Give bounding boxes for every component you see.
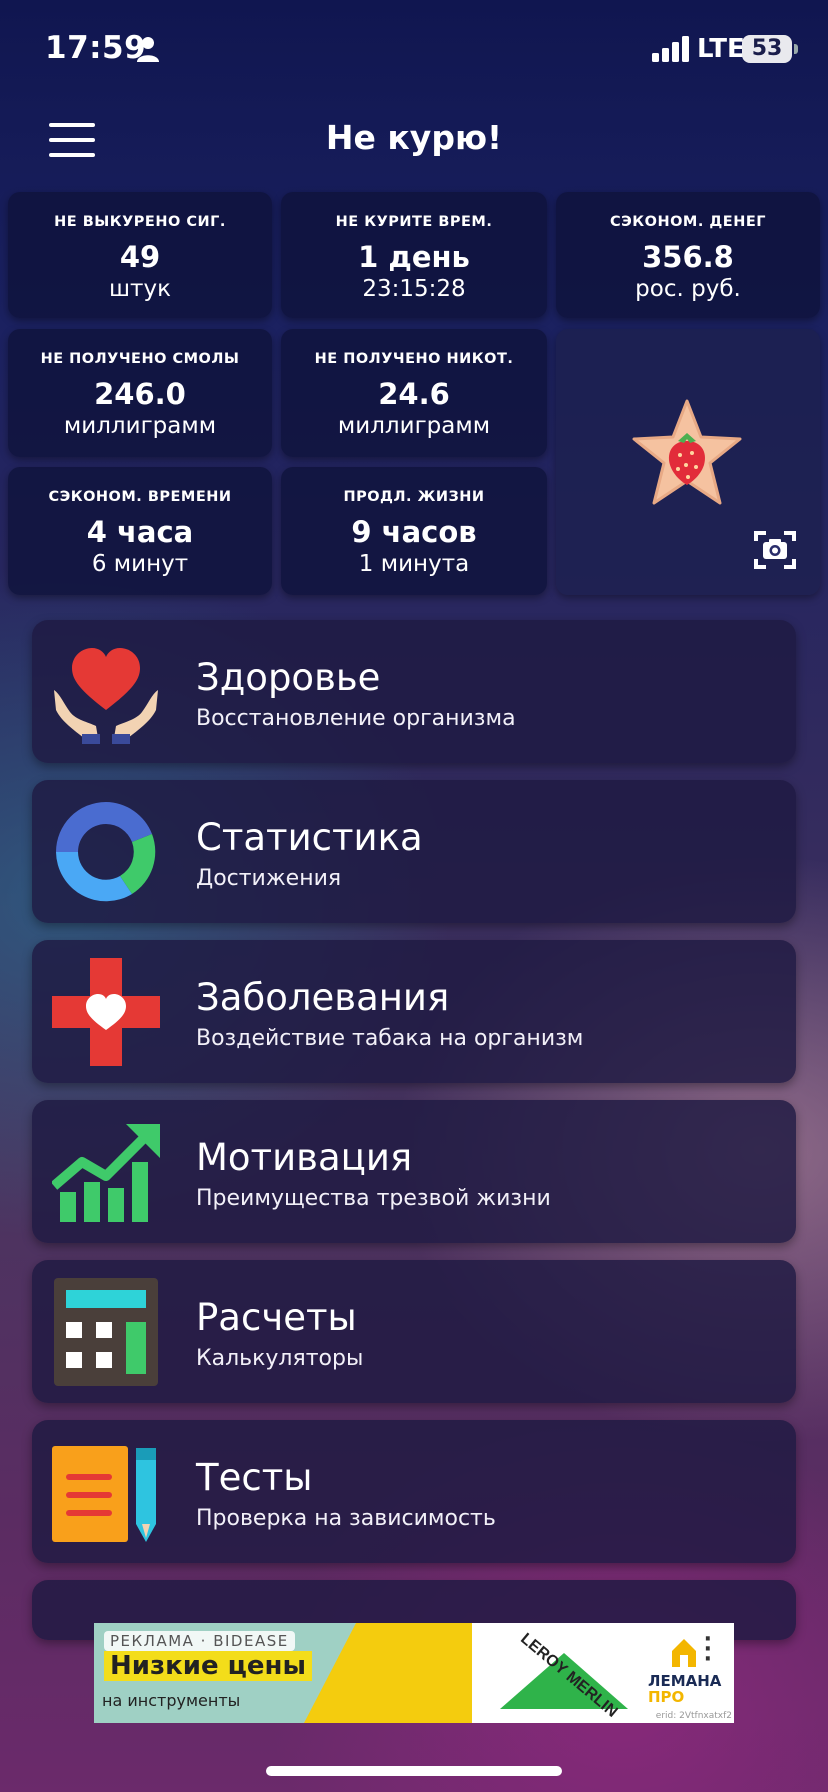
stat-label: НЕ ПОЛУЧЕНО НИКОТ. — [314, 351, 514, 367]
stat-label: ПРОДЛ. ЖИЗНИ — [343, 489, 485, 505]
menu-card-health[interactable]: Здоровье Восстановление организма — [32, 620, 796, 763]
stat-label: НЕ КУРИТЕ ВРЕМ. — [335, 214, 493, 230]
card-title: Статистика — [196, 816, 423, 859]
stat-value: 1 день — [358, 240, 470, 274]
menu-card-statistics[interactable]: Статистика Достижения — [32, 780, 796, 923]
card-subtitle: Достижения — [196, 866, 342, 891]
stat-tile-saved-time[interactable]: СЭКОНОМ. ВРЕМЕНИ 4 часа 6 минут — [8, 467, 272, 595]
card-subtitle: Проверка на зависимость — [196, 1506, 496, 1531]
menu-card-motivation[interactable]: Мотивация Преимущества трезвой жизни — [32, 1100, 796, 1243]
ad-headline: Низкие цены — [104, 1651, 313, 1681]
ad-leroy-merlin-logo: LEROY MERLIN — [472, 1623, 634, 1723]
medical-cross-icon — [52, 958, 160, 1066]
battery-tip — [794, 44, 798, 54]
notepad-pencil-icon — [52, 1446, 156, 1542]
stat-unit: 23:15:28 — [362, 276, 466, 302]
stat-label: НЕ ПОЛУЧЕНО СМОЛЫ — [40, 351, 240, 367]
menu-card-calculations[interactable]: Расчеты Калькуляторы — [32, 1260, 796, 1403]
stat-label: СЭКОНОМ. ДЕНЕГ — [609, 214, 766, 230]
stat-tile-tar[interactable]: НЕ ПОЛУЧЕНО СМОЛЫ 246.0 миллиграмм — [8, 329, 272, 457]
stat-unit: миллиграмм — [337, 413, 491, 439]
ad-lemana-logo: ЛЕМАНА ПРО · · · — [634, 1623, 734, 1723]
card-title: Тесты — [196, 1456, 313, 1499]
card-subtitle: Калькуляторы — [196, 1346, 364, 1371]
stat-tile-life-extended[interactable]: ПРОДЛ. ЖИЗНИ 9 часов 1 минута — [281, 467, 547, 595]
stat-unit: рос. руб. — [635, 276, 741, 302]
stat-value: 4 часа — [86, 515, 194, 549]
camera-icon[interactable] — [754, 529, 796, 571]
network-type: LTE — [697, 34, 745, 64]
ad-erid: erid: 2Vtfnxatxf2 — [655, 1711, 732, 1721]
card-subtitle: Воздействие табака на организм — [196, 1026, 584, 1051]
menu-card-diseases[interactable]: Заболевания Воздействие табака на органи… — [32, 940, 796, 1083]
ad-subline: на инструменты — [102, 1691, 241, 1710]
ad-more-icon[interactable]: · · · — [704, 1629, 712, 1671]
stat-tile-nicotine[interactable]: НЕ ПОЛУЧЕНО НИКОТ. 24.6 миллиграмм — [281, 329, 547, 457]
ring-chart-icon — [56, 802, 156, 902]
page-title: Не курю! — [325, 118, 503, 157]
stat-value: 246.0 — [94, 377, 186, 411]
ad-brand2-pro: ПРО — [648, 1688, 685, 1706]
stat-unit: миллиграмм — [63, 413, 217, 439]
card-subtitle: Преимущества трезвой жизни — [196, 1186, 551, 1211]
stat-value: 356.8 — [642, 240, 734, 274]
ad-tag: РЕКЛАМА · BIDEASE — [104, 1631, 295, 1651]
stat-label: СЭКОНОМ. ВРЕМЕНИ — [48, 489, 232, 505]
growth-chart-icon — [52, 1124, 160, 1222]
menu-card-tests[interactable]: Тесты Проверка на зависимость — [32, 1420, 796, 1563]
stat-tile-cigarettes[interactable]: НЕ ВЫКУРЕНО СИГ. 49 штук — [8, 192, 272, 318]
ad-banner[interactable]: РЕКЛАМА · BIDEASE Низкие цены на инструм… — [94, 1623, 734, 1723]
stat-tile-money[interactable]: СЭКОНОМ. ДЕНЕГ 356.8 рос. руб. — [556, 192, 820, 318]
home-indicator[interactable] — [266, 1766, 562, 1776]
heart-hands-icon — [54, 648, 158, 744]
card-title: Расчеты — [196, 1296, 357, 1339]
person-icon — [137, 37, 159, 62]
card-title: Здоровье — [196, 656, 381, 699]
stat-unit: 1 минута — [358, 551, 470, 577]
stat-unit: 6 минут — [91, 551, 189, 577]
calculator-icon — [54, 1278, 158, 1386]
stat-label: НЕ ВЫКУРЕНО СИГ. — [54, 214, 226, 230]
stat-value: 49 — [119, 240, 161, 274]
stat-value: 24.6 — [378, 377, 450, 411]
status-bar: 17:59 LTE 53 — [0, 0, 828, 100]
card-subtitle: Восстановление организма — [196, 706, 516, 731]
strawberry-star-icon — [632, 399, 742, 505]
battery-indicator: 53 — [742, 35, 792, 63]
stat-value: 9 часов — [351, 515, 477, 549]
stat-tile-time[interactable]: НЕ КУРИТЕ ВРЕМ. 1 день 23:15:28 — [281, 192, 547, 318]
stat-unit: штук — [109, 276, 171, 302]
achievement-tile[interactable] — [556, 329, 820, 595]
status-time: 17:59 — [45, 30, 147, 66]
card-title: Мотивация — [196, 1136, 413, 1179]
signal-icon — [652, 36, 689, 62]
card-title: Заболевания — [196, 976, 450, 1019]
